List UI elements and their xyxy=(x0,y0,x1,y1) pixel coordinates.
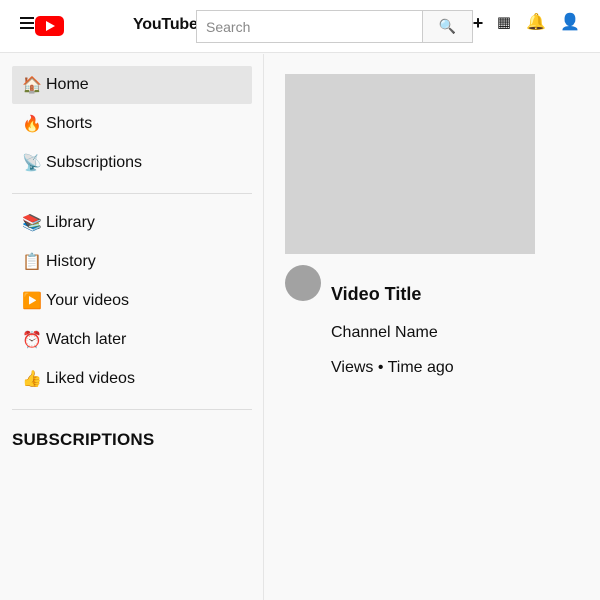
sidebar-item-watch-later[interactable]: ⏰ Watch later xyxy=(12,321,252,359)
sidebar-item-subscriptions[interactable]: 📡 Subscriptions xyxy=(12,144,252,182)
subscriptions-section-title: SUBSCRIPTIONS xyxy=(12,430,155,449)
magnifier-icon: 🔍 xyxy=(438,18,457,34)
youtube-logo-icon[interactable] xyxy=(35,16,64,36)
sidebar: 🏠 Home 🔥 Shorts 📡 Subscriptions 📚 Librar… xyxy=(0,54,264,600)
sidebar-item-history[interactable]: 📋 History xyxy=(12,243,252,281)
fire-icon: 🔥 xyxy=(22,116,42,133)
sidebar-divider xyxy=(12,409,252,410)
thumbs-up-icon: 👍 xyxy=(22,371,42,388)
brand-name[interactable]: YouTube xyxy=(133,16,198,34)
top-header: YouTube 🔍 + ▦ 🔔 👤 xyxy=(0,0,600,53)
home-icon: 🏠 xyxy=(22,77,42,94)
main-content: Video Title Channel Name Views • Time ag… xyxy=(265,54,600,600)
sidebar-item-label: Shorts xyxy=(46,115,93,132)
apps-grid-icon[interactable]: ▦ xyxy=(495,13,513,33)
books-icon: 📚 xyxy=(22,215,42,232)
play-icon: ▶️ xyxy=(22,293,42,310)
video-thumbnail[interactable] xyxy=(285,74,535,254)
sidebar-item-shorts[interactable]: 🔥 Shorts xyxy=(12,105,252,143)
notifications-bell-icon[interactable]: 🔔 xyxy=(526,13,546,33)
sidebar-item-label: Liked videos xyxy=(46,370,135,387)
alarm-clock-icon: ⏰ xyxy=(22,332,42,349)
sidebar-item-your-videos[interactable]: ▶️ Your videos xyxy=(12,282,252,320)
sidebar-item-label: Watch later xyxy=(46,331,127,348)
search-input[interactable] xyxy=(196,10,423,43)
create-plus-icon[interactable]: + xyxy=(471,13,485,33)
clipboard-icon: 📋 xyxy=(22,254,42,271)
channel-name[interactable]: Channel Name xyxy=(331,324,438,342)
sidebar-item-label: Home xyxy=(46,76,89,93)
sidebar-item-label: Library xyxy=(46,214,95,231)
video-title[interactable]: Video Title xyxy=(331,284,421,305)
sidebar-item-home[interactable]: 🏠 Home xyxy=(12,66,252,104)
video-meta: Views • Time ago xyxy=(331,359,454,376)
sidebar-item-library[interactable]: 📚 Library xyxy=(12,204,252,242)
sidebar-item-label: Your videos xyxy=(46,292,130,309)
account-user-icon[interactable]: 👤 xyxy=(560,13,580,33)
sidebar-item-label: History xyxy=(46,253,96,270)
channel-avatar[interactable] xyxy=(285,265,321,301)
sidebar-item-liked-videos[interactable]: 👍 Liked videos xyxy=(12,360,252,398)
satellite-icon: 📡 xyxy=(22,155,42,172)
search-button[interactable]: 🔍 xyxy=(422,10,473,43)
sidebar-divider xyxy=(12,193,252,194)
sidebar-item-label: Subscriptions xyxy=(46,154,143,171)
hamburger-menu-icon[interactable] xyxy=(20,17,34,29)
